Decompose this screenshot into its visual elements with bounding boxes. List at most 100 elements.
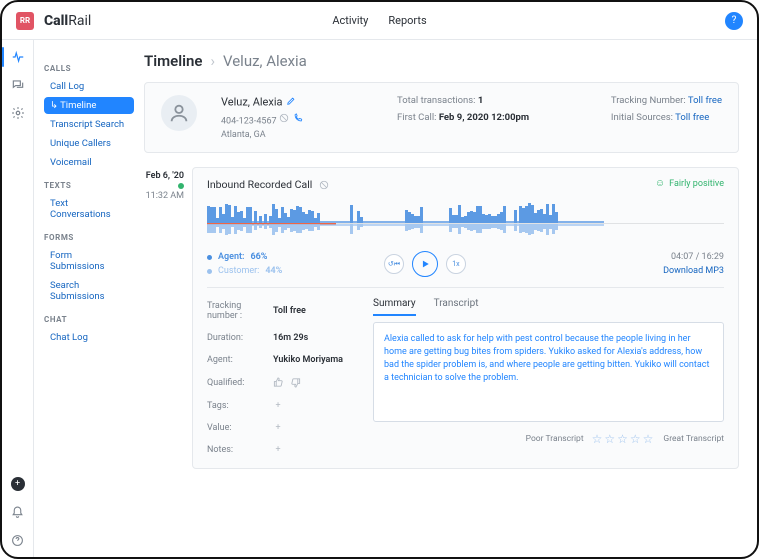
playbar: Agent: 66% Customer: 44% ↺⏮ 1x 04:07 / 1…	[207, 251, 724, 277]
nav-chat-log[interactable]: Chat Log	[44, 329, 134, 346]
contact-name-row: Veluz, Alexia	[221, 95, 303, 109]
summary-tabs: Summary Transcript	[373, 298, 724, 316]
kv-duration-k: Duration:	[207, 333, 265, 343]
call-options-icon[interactable]	[318, 179, 329, 190]
total-time: 16:29	[702, 252, 724, 262]
logo-rest: Rail	[68, 13, 91, 29]
group-forms: FORMS	[44, 233, 134, 242]
rail-help-icon[interactable]	[11, 533, 25, 547]
rating-great-label: Great Transcript	[663, 434, 724, 444]
transcript-rating: Poor Transcript ☆☆☆☆☆ Great Transcript	[373, 432, 724, 446]
rail-notifications-icon[interactable]	[11, 505, 25, 519]
nav-transcript-search[interactable]: Transcript Search	[44, 116, 134, 133]
main: Timeline › Veluz, Alexia Veluz, Alexia 4…	[144, 40, 757, 557]
rail-add-button[interactable]: +	[11, 477, 25, 491]
play-controls: ↺⏮ 1x	[384, 251, 466, 277]
kv-agent-v: Yukiko Moriyama	[273, 355, 343, 365]
add-tag-button[interactable]: +	[273, 401, 283, 411]
kv-qualified-k: Qualified:	[207, 378, 265, 388]
kv-tracking-k: Tracking number :	[207, 301, 265, 321]
nav-text-conversations[interactable]: Text Conversations	[44, 195, 134, 223]
agent-pct: 66%	[250, 252, 267, 262]
call-date: Feb 6, '20	[146, 171, 184, 181]
group-calls: CALLS	[44, 64, 134, 73]
breadcrumb-root[interactable]: Timeline	[144, 52, 202, 70]
elapsed-time: 04:07	[671, 252, 693, 262]
rewind-button[interactable]: ↺⏮	[384, 254, 404, 274]
call-meta: Feb 6, '20 11:32 AM	[144, 167, 192, 469]
nav-unique-callers[interactable]: Unique Callers	[44, 135, 134, 152]
rail-activity-icon[interactable]	[11, 50, 25, 64]
tab-summary[interactable]: Summary	[373, 298, 416, 316]
contact-location: Atlanta, GA	[221, 130, 303, 140]
waveform[interactable]	[207, 201, 724, 245]
account-avatar[interactable]: RR	[16, 12, 34, 30]
kv-notes-k: Notes:	[207, 445, 265, 455]
summary-text: Alexia called to ask for help with pest …	[373, 322, 724, 422]
customer-pct: 44%	[265, 266, 282, 276]
thumbs-down-icon[interactable]	[290, 377, 301, 388]
first-call-label: First Call:	[397, 112, 436, 123]
top-nav: Activity Reports	[2, 14, 757, 27]
logo-bold: Call	[44, 13, 68, 29]
tracking-number-label: Tracking Number:	[611, 95, 686, 106]
edit-name-icon[interactable]	[285, 95, 296, 106]
contact-avatar-icon	[161, 95, 197, 131]
waveform-agent	[207, 201, 724, 223]
block-icon[interactable]	[279, 113, 290, 124]
call-title: Inbound Recorded Call	[207, 178, 312, 191]
add-value-button[interactable]: +	[273, 423, 283, 433]
contact-phone: 404-123-4567	[221, 116, 277, 126]
kv-duration-v: 16m 29s	[273, 333, 343, 343]
speaker-legend: Agent: 66% Customer: 44%	[207, 252, 282, 276]
total-transactions-label: Total transactions:	[397, 95, 475, 106]
call-details: Tracking number : Toll free Duration: 16…	[207, 298, 724, 458]
customer-label: Customer:	[218, 266, 259, 276]
total-transactions-value: 1	[478, 95, 483, 106]
nav-search-submissions[interactable]: Search Submissions	[44, 277, 134, 305]
download-mp3-link[interactable]: Download MP3	[663, 266, 724, 276]
sidebar: CALLS Call Log Timeline Transcript Searc…	[34, 40, 144, 557]
breadcrumb-sep: ›	[210, 52, 215, 70]
contact-phone-row: 404-123-4567	[221, 113, 303, 127]
logo[interactable]: CallRail	[44, 13, 91, 29]
rating-stars[interactable]: ☆☆☆☆☆	[592, 432, 656, 446]
tab-transcript[interactable]: Transcript	[434, 298, 479, 316]
play-button[interactable]	[412, 251, 438, 277]
rail-settings-icon[interactable]	[11, 106, 25, 120]
call-status-dot-icon	[178, 183, 184, 189]
customer-dot-icon	[207, 269, 212, 274]
sentiment-badge: Fairly positive	[655, 178, 724, 189]
group-chat: CHAT	[44, 315, 134, 324]
breadcrumb: Timeline › Veluz, Alexia	[144, 52, 739, 70]
nav-call-log[interactable]: Call Log	[44, 78, 134, 95]
initial-sources-link[interactable]: Toll free	[675, 112, 709, 123]
kv-qualified-thumbs[interactable]	[273, 377, 343, 388]
call-time: 11:32 AM	[144, 191, 184, 201]
thumbs-up-icon[interactable]	[273, 377, 284, 388]
kv-agent-k: Agent:	[207, 355, 265, 365]
rail-conversations-icon[interactable]	[11, 78, 25, 92]
rating-poor-label: Poor Transcript	[526, 434, 584, 444]
waveform-customer	[207, 223, 724, 245]
topnav-activity[interactable]: Activity	[332, 14, 368, 27]
tracking-number-link[interactable]: Toll free	[688, 95, 722, 106]
topnav-reports[interactable]: Reports	[388, 14, 426, 27]
nav-voicemail[interactable]: Voicemail	[44, 154, 134, 171]
contact-col-tracking: Tracking Number: Toll free Initial Sourc…	[611, 95, 722, 123]
kv-tags-k: Tags:	[207, 401, 265, 411]
add-note-button[interactable]: +	[273, 445, 283, 455]
call-icon[interactable]	[292, 113, 303, 124]
nav-timeline[interactable]: Timeline	[44, 97, 134, 114]
call-kv: Tracking number : Toll free Duration: 16…	[207, 298, 343, 458]
divider	[207, 287, 724, 288]
speed-button[interactable]: 1x	[446, 254, 466, 274]
contact-card: Veluz, Alexia 404-123-4567 Atlanta, GA T…	[144, 82, 739, 153]
kv-tracking-v: Toll free	[273, 306, 343, 316]
agent-label: Agent:	[218, 252, 244, 262]
help-button[interactable]: ?	[725, 12, 743, 30]
contact-name: Veluz, Alexia	[221, 96, 283, 109]
kv-value-k: Value:	[207, 423, 265, 433]
nav-form-submissions[interactable]: Form Submissions	[44, 247, 134, 275]
first-call-value: Feb 9, 2020 12:00pm	[439, 112, 529, 123]
